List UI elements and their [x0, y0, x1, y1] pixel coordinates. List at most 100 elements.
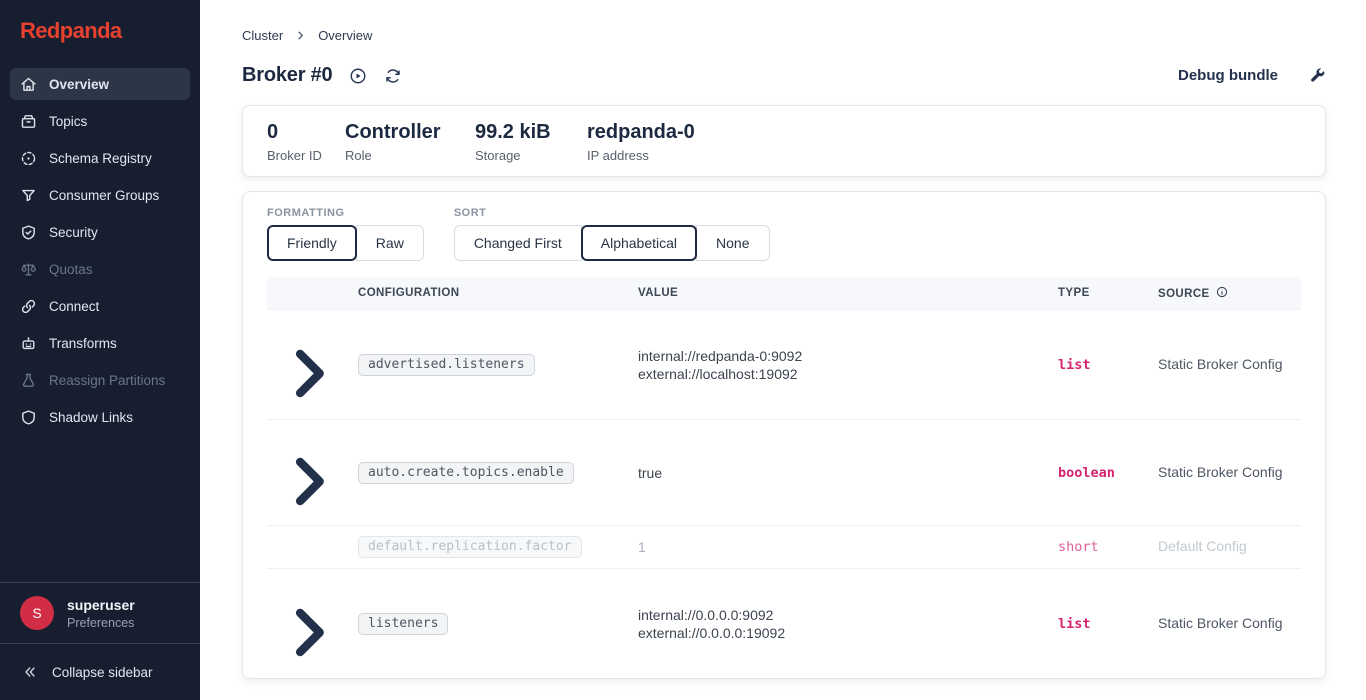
preferences-link[interactable]: Preferences — [67, 616, 135, 630]
stat-label: IP address — [587, 148, 695, 163]
sidebar-item-shadow-links[interactable]: Shadow Links — [10, 401, 190, 433]
link-icon — [20, 298, 37, 315]
stat-broker-id: 0 Broker ID — [267, 121, 345, 163]
breadcrumb: Cluster Overview — [242, 28, 1326, 43]
config-source: Static Broker Config — [1158, 464, 1283, 480]
sidebar-item-quotas[interactable]: Quotas — [10, 253, 190, 285]
stat-label: Storage — [475, 148, 587, 163]
refresh-icon[interactable] — [384, 67, 402, 85]
user-section[interactable]: S superuser Preferences — [0, 583, 200, 643]
sidebar-item-label: Topics — [49, 114, 87, 129]
config-source: Static Broker Config — [1158, 356, 1283, 372]
config-type: short — [1058, 539, 1099, 555]
sidebar-item-overview[interactable]: Overview — [10, 68, 190, 100]
sidebar-item-label: Quotas — [49, 262, 93, 277]
source-column-header: SOURCE — [1150, 277, 1301, 310]
config-value-line: true — [638, 464, 1042, 482]
stat-value: Controller — [345, 121, 475, 144]
config-row-auto-create-topics-enable[interactable]: auto.create.topics.enable true boolean S… — [267, 420, 1301, 526]
stat-value: 0 — [267, 121, 345, 144]
sidebar-nav: Overview Topics Schema Registry Consumer… — [0, 68, 200, 433]
sort-control: SORT Changed First Alphabetical None — [454, 207, 770, 261]
sidebar-item-reassign-partitions[interactable]: Reassign Partitions — [10, 364, 190, 396]
title-row: Broker #0 Debug bundle — [242, 64, 1326, 87]
sort-alphabetical-button[interactable]: Alphabetical — [581, 225, 697, 261]
formatting-label: FORMATTING — [267, 207, 424, 219]
sidebar-item-label: Reassign Partitions — [49, 373, 165, 388]
sidebar-item-transforms[interactable]: Transforms — [10, 327, 190, 359]
stat-label: Broker ID — [267, 148, 345, 163]
sort-button-group: Changed First Alphabetical None — [454, 225, 770, 261]
config-key-chip: auto.create.topics.enable — [358, 462, 574, 484]
config-source: Default Config — [1158, 538, 1247, 554]
play-circle-icon[interactable] — [349, 67, 367, 85]
stat-label: Role — [345, 148, 475, 163]
breadcrumb-overview[interactable]: Overview — [318, 28, 372, 43]
config-value-line: external://localhost:19092 — [638, 365, 1042, 383]
sidebar-item-label: Schema Registry — [49, 151, 152, 166]
config-row-listeners[interactable]: listeners internal://0.0.0.0:9092externa… — [267, 569, 1301, 679]
robot-icon — [20, 335, 37, 352]
info-icon[interactable] — [1216, 286, 1228, 298]
collapse-sidebar-label: Collapse sidebar — [52, 665, 153, 680]
sidebar-item-schema-registry[interactable]: Schema Registry — [10, 142, 190, 174]
configuration-column-header: CONFIGURATION — [350, 277, 630, 310]
shield-icon — [20, 409, 37, 426]
user-name: superuser — [67, 597, 135, 613]
sidebar-item-label: Transforms — [49, 336, 117, 351]
config-type: list — [1058, 357, 1091, 373]
double-chevron-left-icon — [22, 664, 38, 680]
type-column-header: TYPE — [1050, 277, 1150, 310]
wrench-icon[interactable] — [1308, 67, 1326, 85]
avatar: S — [20, 596, 54, 630]
config-value-line: internal://redpanda-0:9092 — [638, 347, 1042, 365]
config-source: Static Broker Config — [1158, 615, 1283, 631]
sidebar-item-label: Security — [49, 225, 98, 240]
expand-chevron-icon[interactable] — [275, 448, 342, 515]
value-column-header: VALUE — [630, 277, 1050, 310]
formatting-raw-button[interactable]: Raw — [356, 225, 424, 261]
config-table: CONFIGURATION VALUE TYPE SOURCE advertis… — [267, 277, 1301, 679]
config-row-advertised-listeners[interactable]: advertised.listeners internal://redpanda… — [267, 310, 1301, 420]
expand-chevron-icon[interactable] — [275, 340, 342, 407]
sidebar-item-connect[interactable]: Connect — [10, 290, 190, 322]
redpanda-logo: Redpanda — [0, 0, 200, 68]
stat-ip-address: redpanda-0 IP address — [587, 121, 695, 163]
page-title: Broker #0 — [242, 64, 332, 87]
sidebar-item-label: Consumer Groups — [49, 188, 159, 203]
sidebar-item-consumer-groups[interactable]: Consumer Groups — [10, 179, 190, 211]
sidebar-item-label: Shadow Links — [49, 410, 133, 425]
stat-role: Controller Role — [345, 121, 475, 163]
flask-icon — [20, 372, 37, 389]
config-key-chip: listeners — [358, 613, 448, 635]
broker-stats-card: 0 Broker ID Controller Role 99.2 kiB Sto… — [242, 105, 1326, 177]
schema-registry-icon — [20, 150, 37, 167]
formatting-control: FORMATTING Friendly Raw — [267, 207, 424, 261]
broker-config-card: FORMATTING Friendly Raw SORT Changed Fir… — [242, 191, 1326, 679]
sidebar-item-topics[interactable]: Topics — [10, 105, 190, 137]
config-key-chip: default.replication.factor — [358, 536, 582, 558]
collapse-sidebar-button[interactable]: Collapse sidebar — [0, 644, 200, 700]
formatting-friendly-button[interactable]: Friendly — [267, 225, 357, 261]
sort-changed-first-button[interactable]: Changed First — [454, 225, 582, 261]
main-content: Cluster Overview Broker #0 Debug bundle … — [200, 0, 1366, 700]
box-icon — [20, 113, 37, 130]
config-type: boolean — [1058, 465, 1115, 481]
stat-storage: 99.2 kiB Storage — [475, 121, 587, 163]
sort-label: SORT — [454, 207, 770, 219]
sidebar-item-security[interactable]: Security — [10, 216, 190, 248]
config-row-default-replication-factor[interactable]: default.replication.factor 1 short Defau… — [267, 526, 1301, 569]
sort-none-button[interactable]: None — [696, 225, 769, 261]
chevron-right-icon — [295, 30, 306, 41]
config-key-chip: advertised.listeners — [358, 354, 535, 376]
stat-value: redpanda-0 — [587, 121, 695, 144]
config-value-line: internal://0.0.0.0:9092 — [638, 606, 1042, 624]
expand-chevron-icon[interactable] — [275, 599, 342, 666]
debug-bundle-link[interactable]: Debug bundle — [1178, 67, 1278, 84]
config-table-header: CONFIGURATION VALUE TYPE SOURCE — [267, 277, 1301, 310]
breadcrumb-cluster[interactable]: Cluster — [242, 28, 283, 43]
sidebar-spacer — [0, 433, 200, 582]
config-type: list — [1058, 616, 1091, 632]
config-row-log-dirs[interactable]: log.dirs /var/lib/redpanda/data string S… — [267, 679, 1301, 680]
sidebar-item-label: Connect — [49, 299, 99, 314]
